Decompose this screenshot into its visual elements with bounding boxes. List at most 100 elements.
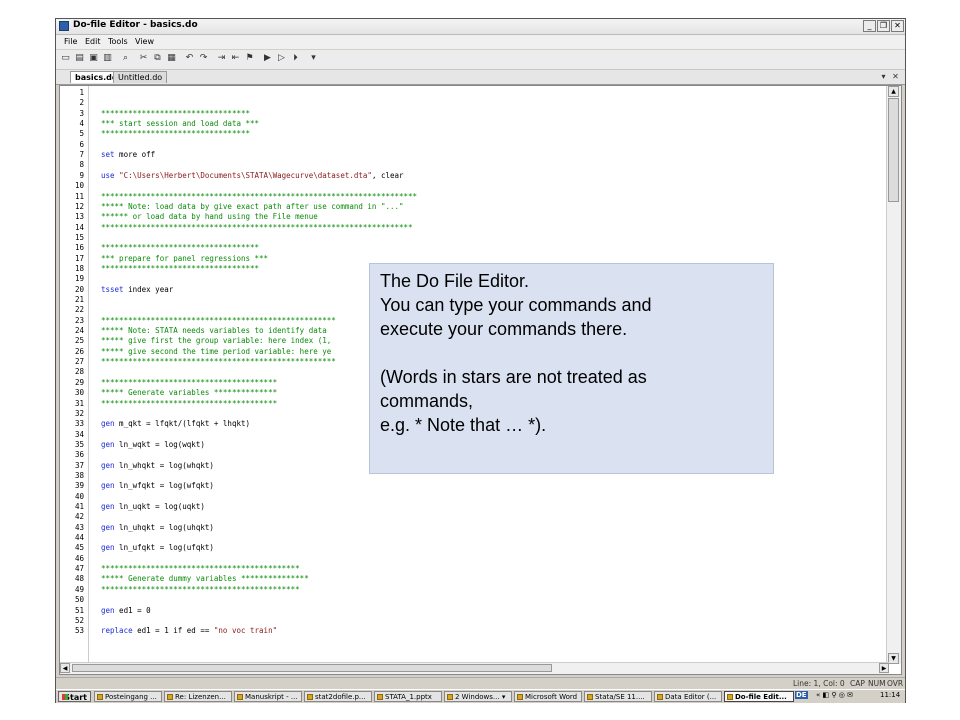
restore-button[interactable]: ❐ bbox=[877, 20, 890, 32]
code-comment-line[interactable]: ****************************************… bbox=[101, 357, 336, 366]
taskbar-item[interactable]: Data Editor (... bbox=[654, 691, 722, 702]
run-icon[interactable]: ▶ bbox=[262, 53, 273, 64]
line-number: 9 bbox=[79, 170, 84, 180]
line-number: 38 bbox=[74, 470, 84, 480]
code-command-line[interactable]: tsset index year bbox=[101, 285, 173, 294]
menu-view[interactable]: View bbox=[135, 37, 154, 46]
line-number: 33 bbox=[74, 419, 84, 429]
code-command-line[interactable]: gen ln_uqkt = log(uqkt) bbox=[101, 502, 205, 511]
close-tab-icon[interactable]: ✕ bbox=[890, 71, 901, 82]
code-comment-line[interactable]: ***** Note: STATA needs variables to ide… bbox=[101, 326, 327, 335]
tab-untitled-do[interactable]: Untitled.do bbox=[113, 71, 168, 83]
cut-icon[interactable]: ✂ bbox=[138, 53, 149, 64]
input-language[interactable]: DE bbox=[795, 691, 808, 699]
taskbar-item[interactable]: Microsoft Word bbox=[514, 691, 582, 702]
line-number: 45 bbox=[74, 543, 84, 553]
taskbar-item[interactable]: Posteingang ... bbox=[94, 691, 162, 702]
menu-edit[interactable]: Edit bbox=[85, 37, 101, 46]
code-command-line[interactable]: gen ed1 = 0 bbox=[101, 606, 151, 615]
scroll-right-icon[interactable]: ▶ bbox=[879, 663, 889, 673]
close-button[interactable]: ✕ bbox=[891, 20, 904, 32]
scroll-left-icon[interactable]: ◀ bbox=[60, 663, 70, 673]
print-icon[interactable]: ▥ bbox=[102, 53, 113, 64]
taskbar-item[interactable]: Manuskript - ... bbox=[234, 691, 302, 702]
line-number: 35 bbox=[74, 439, 84, 449]
code-command-line[interactable]: gen ln_uhqkt = log(uhqkt) bbox=[101, 523, 214, 532]
code-comment-line[interactable]: ********************************* bbox=[101, 109, 250, 118]
taskbar-item[interactable]: STATA_1.pptx bbox=[374, 691, 442, 702]
app-icon bbox=[307, 694, 313, 700]
line-number: 18 bbox=[74, 263, 84, 273]
callout-line: You can type your commands and bbox=[380, 295, 652, 315]
horizontal-scroll-thumb[interactable] bbox=[72, 664, 552, 672]
start-button[interactable]: Start bbox=[58, 691, 91, 702]
line-number: 43 bbox=[74, 522, 84, 532]
code-command-line[interactable]: gen ln_ufqkt = log(ufqkt) bbox=[101, 543, 214, 552]
code-comment-line[interactable]: ****************************************… bbox=[101, 564, 300, 573]
code-comment-line[interactable]: ****** or load data by hand using the Fi… bbox=[101, 212, 318, 221]
taskbar-item[interactable]: Do-file Edit... bbox=[724, 691, 794, 702]
tab-list-dropdown-icon[interactable]: ▾ bbox=[878, 71, 889, 82]
redo-icon[interactable]: ↷ bbox=[198, 53, 209, 64]
code-comment-line[interactable]: ***** give second the time period variab… bbox=[101, 347, 331, 356]
code-comment-line[interactable]: *********************************** bbox=[101, 243, 259, 252]
toolbar-options-icon[interactable]: ▾ bbox=[308, 53, 319, 64]
line-number: 37 bbox=[74, 460, 84, 470]
unindent-icon[interactable]: ⇤ bbox=[230, 53, 241, 64]
taskbar-item-label: 2 Windows... ▾ bbox=[455, 693, 506, 701]
code-comment-line[interactable]: *********************************** bbox=[101, 264, 259, 273]
minimize-button[interactable]: _ bbox=[863, 20, 876, 32]
code-comment-line[interactable]: *************************************** bbox=[101, 378, 277, 387]
num-indicator: NUM bbox=[868, 679, 886, 688]
taskbar-item[interactable]: Stata/SE 11.... bbox=[584, 691, 652, 702]
line-number: 10 bbox=[74, 181, 84, 191]
code-comment-line[interactable]: ********************************* bbox=[101, 129, 250, 138]
scroll-up-icon[interactable]: ▲ bbox=[888, 86, 899, 97]
taskbar-item-label: stat2dofile.p... bbox=[315, 693, 366, 701]
execute-selection-icon[interactable]: ⏵ bbox=[290, 53, 301, 64]
code-command-line[interactable]: gen ln_whqkt = log(whqkt) bbox=[101, 461, 214, 470]
new-file-icon[interactable]: ▭ bbox=[60, 53, 71, 64]
do-icon[interactable]: ▷ bbox=[276, 53, 287, 64]
code-comment-line[interactable]: *** start session and load data *** bbox=[101, 119, 259, 128]
code-comment-line[interactable]: *************************************** bbox=[101, 399, 277, 408]
code-comment-line[interactable]: ****************************************… bbox=[101, 316, 336, 325]
taskbar-item[interactable]: 2 Windows... ▾ bbox=[444, 691, 512, 702]
save-icon[interactable]: ▣ bbox=[88, 53, 99, 64]
code-comment-line[interactable]: ***** Generate dummy variables *********… bbox=[101, 574, 309, 583]
code-comment-line[interactable]: ****************************************… bbox=[101, 223, 413, 232]
code-command-line[interactable]: gen m_qkt = lfqkt/(lfqkt + lhqkt) bbox=[101, 419, 250, 428]
paste-icon[interactable]: ▦ bbox=[166, 53, 177, 64]
code-comment-line[interactable]: *** prepare for panel regressions *** bbox=[101, 254, 268, 263]
vertical-scroll-thumb[interactable] bbox=[888, 98, 899, 202]
code-command-line[interactable]: gen ln_wfqkt = log(wfqkt) bbox=[101, 481, 214, 490]
find-icon[interactable]: ⌕ bbox=[120, 53, 131, 64]
undo-icon[interactable]: ↶ bbox=[184, 53, 195, 64]
taskbar-item-label: Posteingang ... bbox=[105, 693, 157, 701]
taskbar-item[interactable]: Re: Lizenzen... bbox=[164, 691, 232, 702]
code-comment-line[interactable]: ***** Note: load data by give exact path… bbox=[101, 202, 404, 211]
taskbar-item[interactable]: stat2dofile.p... bbox=[304, 691, 372, 702]
scroll-down-icon[interactable]: ▼ bbox=[888, 653, 899, 664]
code-command-line[interactable]: set more off bbox=[101, 150, 155, 159]
line-number: 28 bbox=[74, 367, 84, 377]
vertical-scrollbar[interactable]: ▲ ▼ bbox=[886, 86, 901, 664]
code-comment-line[interactable]: ****************************************… bbox=[101, 585, 300, 594]
code-comment-line[interactable]: ***** Generate variables ************** bbox=[101, 388, 277, 397]
menu-tools[interactable]: Tools bbox=[108, 37, 128, 46]
app-icon bbox=[727, 694, 733, 700]
code-command-line[interactable]: replace ed1 = 1 if ed == "no voc train" bbox=[101, 626, 277, 635]
horizontal-scrollbar[interactable]: ◀ ▶ bbox=[60, 662, 889, 674]
code-command-line[interactable]: use "C:\Users\Herbert\Documents\STATA\Wa… bbox=[101, 171, 404, 180]
clock: 11:14 bbox=[880, 691, 901, 699]
tray-icons[interactable]: « ◧ ⚲ ◎ ✉ bbox=[816, 691, 853, 699]
code-comment-line[interactable]: ***** give first the group variable: her… bbox=[101, 336, 331, 345]
indent-icon[interactable]: ⇥ bbox=[216, 53, 227, 64]
copy-icon[interactable]: ⧉ bbox=[152, 53, 163, 64]
title-bar[interactable]: Do-file Editor - basics.do _ ❐ ✕ bbox=[56, 19, 905, 35]
code-command-line[interactable]: gen ln_wqkt = log(wqkt) bbox=[101, 440, 205, 449]
toggle-bookmark-icon[interactable]: ⚑ bbox=[244, 53, 255, 64]
code-comment-line[interactable]: ****************************************… bbox=[101, 192, 417, 201]
menu-file[interactable]: File bbox=[64, 37, 77, 46]
open-file-icon[interactable]: ▤ bbox=[74, 53, 85, 64]
